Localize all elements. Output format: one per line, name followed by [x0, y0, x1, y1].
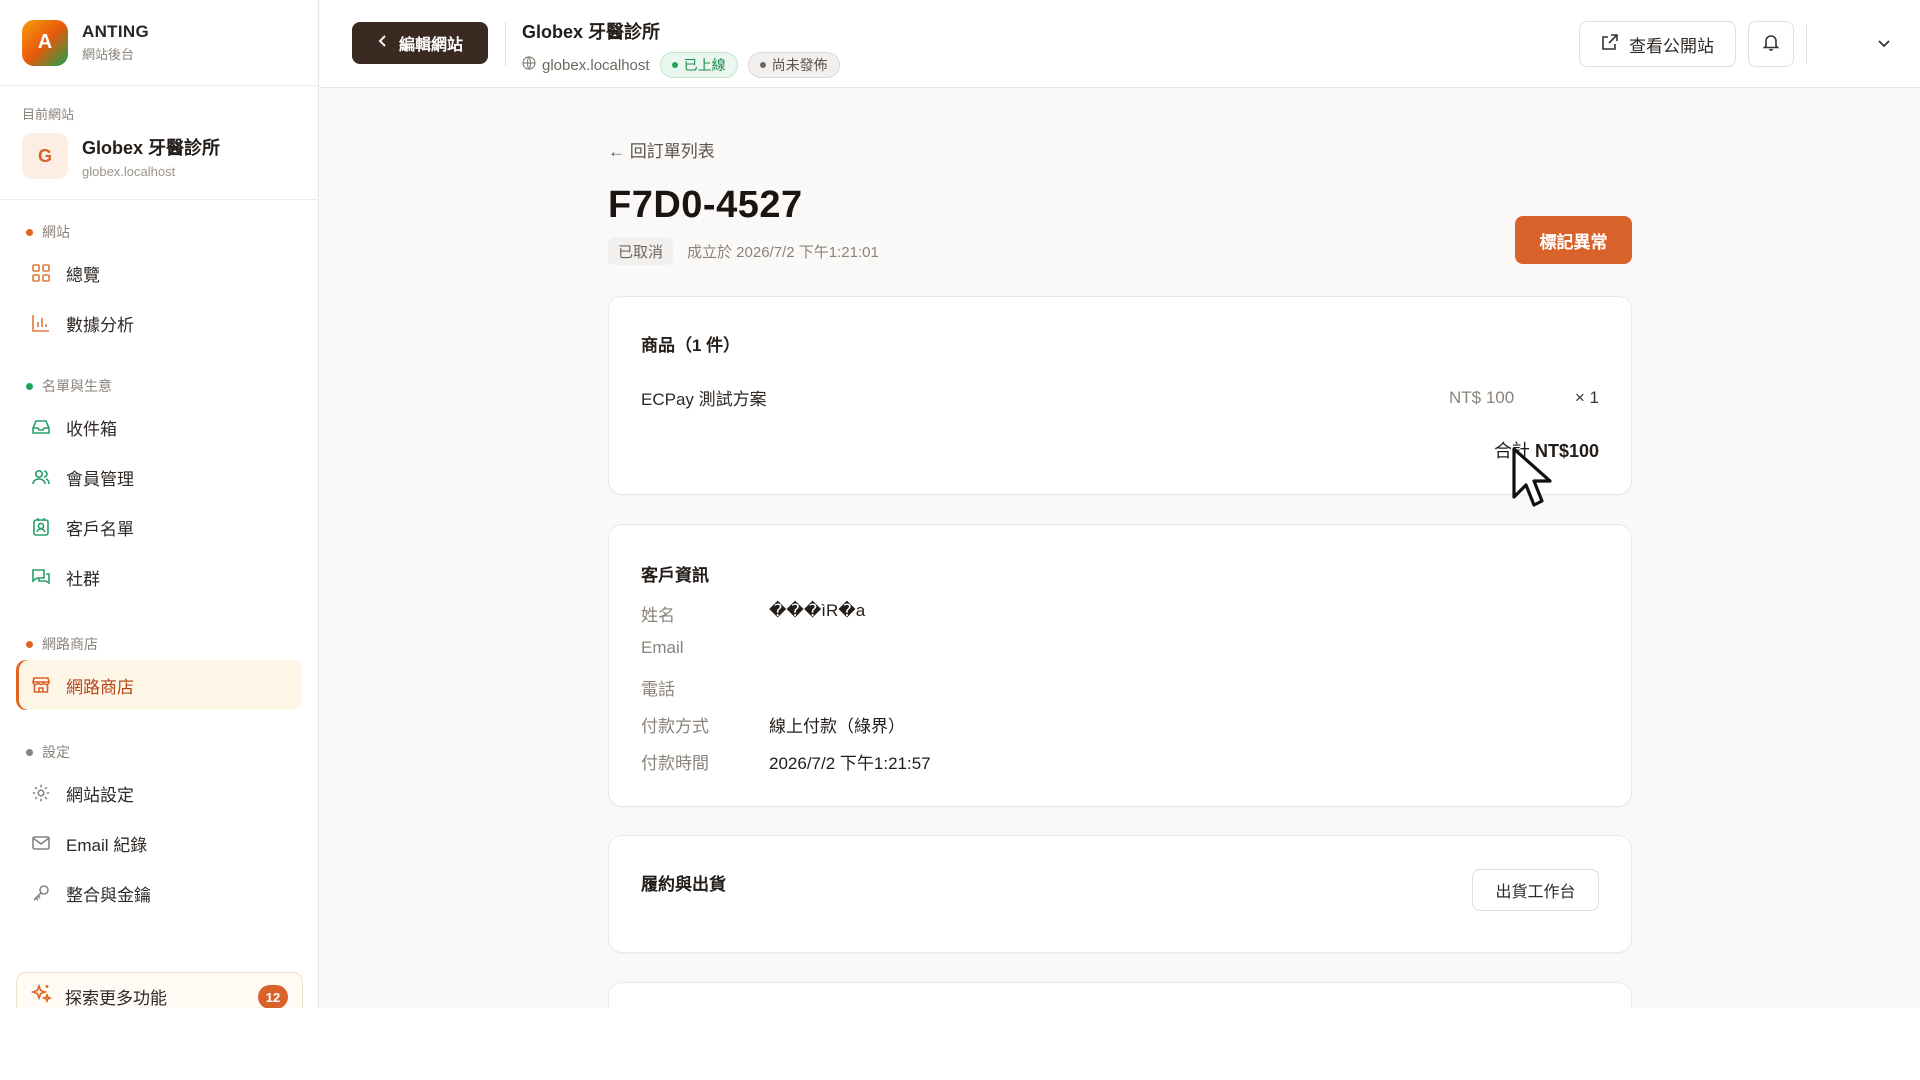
sidebar-item-site-settings[interactable]: 網站設定 [16, 768, 302, 818]
chevron-left-icon [377, 34, 389, 53]
current-site-caption: 目前網站 [22, 107, 75, 122]
inbox-icon [30, 416, 52, 438]
current-site-domain: globex.localhost [82, 163, 176, 179]
back-to-orders-link[interactable]: ← 回訂單列表 [608, 137, 715, 162]
status-badge-live: 已上線 [659, 52, 738, 78]
key-icon [30, 882, 52, 904]
app-window: A ANTING 網站後台 目前網站 G Globex 牙醫診所 globex.… [0, 0, 1920, 1008]
order-created-time: 成立於 2026/7/2 下午1:21:01 [687, 244, 879, 261]
explore-count-badge: 12 [258, 985, 288, 1008]
nav-group-site: 網站 總覽 數據分析 [0, 220, 318, 348]
order-meta: 已取消 成立於 2026/7/2 下午1:21:01 [608, 238, 879, 265]
current-site-name: Globex 牙醫診所 [82, 137, 221, 158]
order-status-badge: 已取消 [608, 238, 674, 265]
group-dot [26, 228, 33, 236]
sidebar-item-community[interactable]: 社群 [16, 552, 302, 602]
store-icon [30, 674, 52, 696]
mouse-cursor-icon [1512, 447, 1556, 514]
nav-group-label: 設定 [16, 740, 302, 764]
customer-field-payment-method: 付款方式 線上付款（綠界） [641, 717, 905, 736]
explore-more-button[interactable]: 探索更多功能 12 [16, 972, 303, 1008]
nav-group-business: 名單與生意 收件箱 會員管理 客戶名單 社群 [0, 374, 318, 602]
sidebar-item-customers[interactable]: 客戶名單 [16, 502, 302, 552]
topbar-site-info: Globex 牙醫診所 globex.localhost 已上線 尚未發佈 [522, 18, 840, 78]
customer-field-payment-time: 付款時間 2026/7/2 下午1:21:57 [641, 754, 931, 773]
brand-name: ANTING [82, 22, 149, 41]
external-link-icon [1601, 33, 1619, 56]
topbar-site-domain: globex.localhost [542, 56, 650, 74]
items-card-title: 商品（1 件） [641, 336, 741, 355]
topbar-site-name: Globex 牙醫診所 [522, 22, 661, 42]
brand[interactable]: A ANTING 網站後台 [0, 0, 318, 86]
nav-group-label: 網站 [16, 220, 302, 244]
sidebar: A ANTING 網站後台 目前網站 G Globex 牙醫診所 globex.… [0, 0, 319, 1008]
fulfillment-card-title: 履約與出貨 [641, 875, 726, 894]
item-quantity: × 1 [1574, 387, 1599, 407]
fulfillment-card: 履約與出貨 出貨工作台 [608, 835, 1632, 953]
brand-subtitle: 網站後台 [82, 47, 135, 62]
flag-exception-button[interactable]: 標記異常 [1515, 216, 1632, 264]
contact-icon [30, 516, 52, 538]
sidebar-item-store[interactable]: 網路商店 [16, 660, 302, 710]
bell-icon [1762, 33, 1780, 56]
nav-group-settings: 設定 網站設定 Email 紀錄 整合與金鑰 [0, 740, 318, 918]
edit-site-button[interactable]: 編輯網站 [352, 22, 488, 64]
topbar-divider [505, 22, 506, 66]
list-item: ECPay 測試方案 NT$ 100 × 1 [641, 385, 1599, 410]
globe-icon [522, 56, 536, 74]
chevron-down-icon [1877, 35, 1891, 53]
users-icon [30, 466, 52, 488]
next-card [608, 982, 1632, 1008]
current-site-switcher[interactable]: G Globex 牙醫診所 globex.localhost [22, 133, 296, 179]
gear-icon [30, 782, 52, 804]
shipping-workbench-button[interactable]: 出貨工作台 [1472, 869, 1599, 911]
nav-group-label: 網路商店 [16, 632, 302, 656]
site-avatar: G [22, 133, 68, 179]
sidebar-item-members[interactable]: 會員管理 [16, 452, 302, 502]
notifications-button[interactable] [1748, 21, 1794, 67]
customer-field-email: Email [641, 638, 684, 657]
chat-icon [30, 566, 52, 588]
item-price: NT$ 100 [1449, 387, 1515, 407]
bar-chart-icon [30, 312, 52, 334]
customer-info-card: 客戶資訊 姓名 ���ìR�a Email 電話 付款方式 線上付款（綠界） 付… [608, 524, 1632, 807]
topbar-divider [1806, 24, 1807, 64]
mail-icon [30, 832, 52, 854]
nav-group-store: 網路商店 網路商店 [0, 632, 318, 710]
sidebar-item-inbox[interactable]: 收件箱 [16, 402, 302, 452]
sidebar-item-integrations[interactable]: 整合與金鑰 [16, 868, 302, 918]
customer-card-title: 客戶資訊 [641, 566, 709, 585]
sidebar-item-overview[interactable]: 總覽 [16, 248, 302, 298]
sidebar-item-email-log[interactable]: Email 紀錄 [16, 818, 302, 868]
items-card: 商品（1 件） ECPay 測試方案 NT$ 100 × 1 合計 NT$100 [608, 296, 1632, 495]
group-dot [26, 640, 33, 648]
group-dot [26, 748, 33, 756]
nav-group-label: 名單與生意 [16, 374, 302, 398]
sparkle-icon [30, 983, 53, 1009]
grid-icon [30, 262, 52, 284]
sidebar-item-analytics[interactable]: 數據分析 [16, 298, 302, 348]
customer-field-phone: 電話 [641, 680, 675, 699]
account-menu-toggle[interactable] [1870, 30, 1898, 58]
brand-logo: A [22, 19, 68, 66]
topbar: 編輯網站 Globex 牙醫診所 globex.localhost 已上線 尚未… [320, 0, 1920, 88]
order-number: F7D0-4527 [608, 184, 803, 226]
view-public-site-button[interactable]: 查看公開站 [1579, 21, 1736, 67]
current-site-section: 目前網站 G Globex 牙醫診所 globex.localhost [0, 86, 318, 200]
group-dot [26, 382, 33, 390]
customer-field-name: 姓名 ���ìR�a [641, 601, 866, 625]
status-badge-draft: 尚未發佈 [747, 52, 840, 78]
item-name: ECPay 測試方案 [641, 390, 767, 409]
explore-label: 探索更多功能 [65, 988, 167, 1008]
